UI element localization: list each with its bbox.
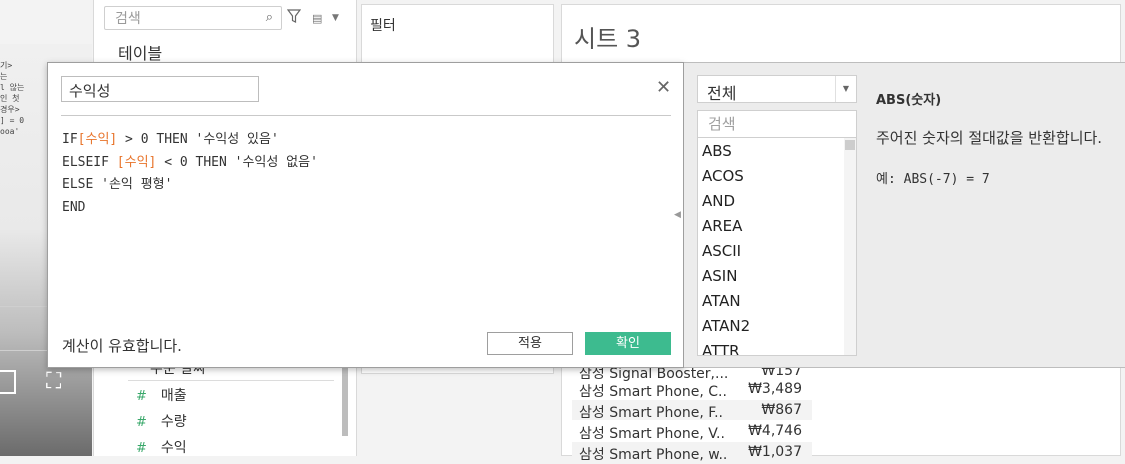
field-name: 수량: [160, 414, 187, 430]
filters-label: 필터: [370, 18, 396, 34]
field-item[interactable]: # 매출: [136, 385, 187, 405]
video-code-line: 기>: [0, 61, 13, 70]
row-name: 삼성 Smart Phone, C..: [579, 384, 727, 400]
function-category-select[interactable]: 전체 ▼: [697, 75, 857, 103]
function-item[interactable]: ASCII: [702, 242, 741, 260]
scrollbar[interactable]: [342, 360, 348, 436]
validation-status: 계산이 유효합니다.: [62, 337, 182, 355]
measure-icon: #: [136, 389, 147, 404]
divider: [61, 115, 671, 116]
calculation-name-field[interactable]: 수익성: [61, 76, 259, 102]
function-item[interactable]: ASIN: [702, 267, 737, 285]
function-item[interactable]: ATTR: [702, 342, 740, 355]
video-code-line: 경우>: [0, 105, 20, 114]
function-item[interactable]: ATAN: [702, 292, 741, 310]
formula-field: [수익]: [77, 132, 118, 147]
function-item[interactable]: ATAN2: [702, 317, 750, 335]
tables-heading: 테이블: [118, 44, 163, 63]
chevron-down-icon: ▼: [835, 76, 856, 102]
formula-text: < 0 THEN '수익성 없음': [156, 154, 318, 170]
video-code-text: 기> 는 l 않는 인 첫 경우> ] = 0 ooa': [0, 60, 40, 137]
sheet-title[interactable]: 시트 3: [574, 19, 641, 54]
function-item[interactable]: AND: [702, 192, 735, 210]
data-search[interactable]: ⌕: [104, 6, 282, 30]
field-name: 매출: [160, 388, 187, 404]
formula-keyword: ELSEIF: [62, 154, 117, 170]
measure-icon: #: [136, 441, 147, 456]
formula-line: END: [62, 199, 86, 215]
function-search[interactable]: [697, 110, 857, 138]
video-code-line: ] = 0: [0, 116, 25, 125]
scrollbar-thumb[interactable]: [845, 140, 855, 150]
row-value: ₩3,489: [748, 381, 802, 397]
formula-editor[interactable]: IF[수익] > 0 THEN '수익성 있음' ELSEIF [수익] < 0…: [62, 129, 318, 219]
filter-icon[interactable]: [287, 9, 301, 23]
ok-button[interactable]: 확인: [585, 332, 671, 355]
row-value: ₩4,746: [748, 423, 802, 439]
row-name: 삼성 Smart Phone, w..: [579, 447, 728, 463]
table-row[interactable]: 삼성 Smart Phone, C.. ₩3,489: [572, 379, 812, 400]
field-name: 수익: [160, 440, 187, 456]
function-search-input[interactable]: [706, 114, 850, 134]
formula-line: IF[수익] > 0 THEN '수익성 있음': [62, 129, 318, 152]
fullscreen-icon[interactable]: ⛶: [46, 370, 70, 394]
function-reference-panel: 전체 ▼ ABS ACOS AND AREA ASCII ASIN ATAN A…: [684, 62, 1125, 368]
field-item[interactable]: # 수량: [136, 411, 187, 431]
data-search-input[interactable]: [113, 8, 267, 30]
row-value: ₩1,037: [748, 444, 802, 460]
scrollbar[interactable]: [844, 138, 856, 355]
calculation-dialog: 수익성 ✕ IF[수익] > 0 THEN '수익성 있음' ELSEIF [수…: [47, 62, 684, 368]
function-item[interactable]: AREA: [702, 217, 742, 235]
function-description: ABS(숫자) 주어진 숫자의 절대값을 반환합니다. 예: ABS(-7) =…: [876, 89, 1106, 187]
video-code-line: 는: [0, 72, 8, 81]
selected-category: 전체: [707, 84, 737, 103]
apply-button[interactable]: 적용: [487, 332, 573, 355]
function-description-text: 주어진 숫자의 절대값을 반환합니다.: [876, 129, 1103, 147]
video-code-line: ooa': [0, 127, 20, 136]
video-code-line: l 않는: [0, 83, 25, 92]
formula-line: ELSEIF [수익] < 0 THEN '수익성 없음': [62, 152, 318, 175]
formula-field: [수익]: [116, 154, 157, 170]
divider: [128, 380, 334, 381]
row-name: 삼성 Smart Phone, V..: [579, 426, 725, 442]
collapse-panel-icon[interactable]: ◀: [674, 210, 681, 220]
row-value: ₩867: [761, 402, 802, 418]
function-item[interactable]: ABS: [702, 142, 732, 160]
function-signature: ABS(숫자): [876, 93, 942, 108]
function-list[interactable]: ABS ACOS AND AREA ASCII ASIN ATAN ATAN2 …: [697, 138, 857, 356]
formula-text: > 0 THEN '수익성 있음': [117, 132, 279, 147]
formula-line: ELSE '손익 평형': [62, 177, 173, 192]
function-example: 예: ABS(-7) = 7: [876, 172, 990, 187]
video-control-icon[interactable]: [0, 370, 16, 394]
list-view-icon[interactable]: ▤: [312, 12, 322, 25]
table-row[interactable]: 삼성 Smart Phone, F.. ₩867: [572, 400, 812, 421]
video-code-line: 인 첫: [0, 94, 20, 103]
formula-keyword: IF: [62, 132, 78, 147]
table-row[interactable]: 삼성 Smart Phone, w.. ₩1,037: [572, 442, 812, 463]
close-icon[interactable]: ✕: [656, 79, 671, 97]
row-name: 삼성 Smart Phone, F..: [579, 405, 723, 421]
search-icon: ⌕: [265, 10, 273, 25]
table-row[interactable]: 삼성 Smart Phone, V.. ₩4,746: [572, 421, 812, 442]
field-item[interactable]: # 수익: [136, 437, 187, 457]
chevron-down-icon[interactable]: ▼: [332, 13, 339, 23]
function-item[interactable]: ACOS: [702, 167, 744, 185]
measure-icon: #: [136, 415, 147, 430]
